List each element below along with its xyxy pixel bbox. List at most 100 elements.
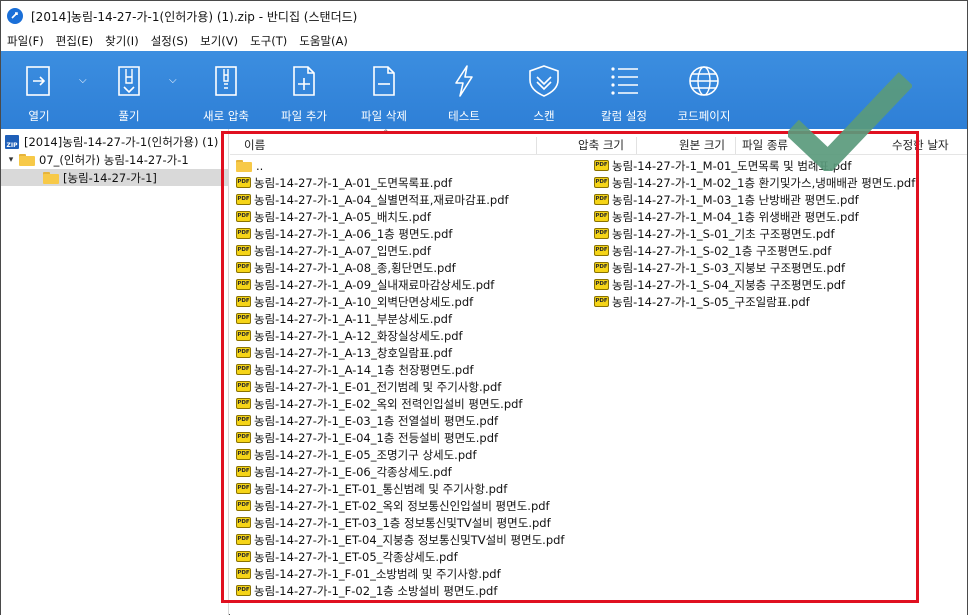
file-item[interactable]: 농림-14-27-가-1_A-08_종,횡단면도.pdf (236, 259, 456, 276)
open-dropdown-icon[interactable]: ⌵ (79, 75, 87, 86)
file-item[interactable]: 농림-14-27-가-1_A-05_배치도.pdf (236, 208, 431, 225)
title-bar: [2014]농림-14-27-가-1(인허가용) (1).zip - 반디집 (… (1, 1, 967, 31)
shield-icon (529, 65, 559, 97)
file-item[interactable]: 농림-14-27-가-1_S-02_1층 구조평면도.pdf (594, 242, 831, 259)
file-item[interactable]: 농림-14-27-가-1_E-06_각종상세도.pdf (236, 463, 452, 480)
file-item[interactable]: 농림-14-27-가-1_S-01_기초 구조평면도.pdf (594, 225, 835, 242)
open-button[interactable]: 열기 (11, 51, 67, 129)
file-name: 농림-14-27-가-1_A-06_1층 평면도.pdf (254, 226, 453, 241)
file-item[interactable]: 농림-14-27-가-1_E-01_전기범례 및 주기사항.pdf (236, 378, 501, 395)
file-item[interactable]: 농림-14-27-가-1_S-03_지붕보 구조평면도.pdf (594, 259, 845, 276)
delete-file-button[interactable]: 파일 삭제 (353, 51, 415, 129)
open-icon (26, 66, 50, 96)
file-item[interactable]: 농림-14-27-가-1_ET-04_지붕층 정보통신및TV설비 평면도.pdf (236, 531, 565, 548)
file-item[interactable]: 농림-14-27-가-1_A-10_외벽단면상세도.pdf (236, 293, 473, 310)
file-name: 농림-14-27-가-1_S-01_기초 구조평면도.pdf (612, 226, 835, 241)
menu-help[interactable]: 도움말(A) (293, 33, 354, 49)
codepage-label: 코드페이지 (677, 109, 731, 123)
column-name[interactable]: 이름 (244, 137, 265, 153)
menu-file[interactable]: 파일(F) (1, 33, 50, 49)
pdf-file-icon (594, 245, 609, 256)
pdf-file-icon (236, 228, 251, 239)
scan-button[interactable]: 스캔 (513, 51, 575, 129)
file-item[interactable]: 농림-14-27-가-1_F-02_1층 소방설비 평면도.pdf (236, 582, 497, 599)
file-name: 농림-14-27-가-1_A-07_입면도.pdf (254, 243, 431, 258)
file-name: 농림-14-27-가-1_ET-03_1층 정보통신및TV설비 평면도.pdf (254, 515, 551, 530)
tree-folder[interactable]: ▾ 07_(인허가) 농림-14-27-가-1 (5, 151, 189, 168)
file-name: 농림-14-27-가-1_ET-01_통신범례 및 주기사항.pdf (254, 481, 508, 496)
file-item[interactable]: 농림-14-27-가-1_M-03_1층 난방배관 평면도.pdf (594, 191, 859, 208)
file-name: 농림-14-27-가-1_M-03_1층 난방배관 평면도.pdf (612, 192, 859, 207)
codepage-button[interactable]: 코드페이지 (673, 51, 735, 129)
file-item[interactable]: 농림-14-27-가-1_E-02_옥외 전력인입설비 평면도.pdf (236, 395, 522, 412)
pdf-file-icon (236, 500, 251, 511)
file-item[interactable]: 농림-14-27-가-1_A-12_화장실상세도.pdf (236, 327, 463, 344)
menu-settings[interactable]: 설정(S) (145, 33, 194, 49)
column-separator[interactable] (536, 137, 537, 154)
column-modified-date[interactable]: 수정한 날자 (892, 137, 949, 153)
column-separator[interactable] (636, 137, 637, 154)
file-item[interactable]: 농림-14-27-가-1_A-14_1층 천장평면도.pdf (236, 361, 474, 378)
file-item[interactable]: 농림-14-27-가-1_E-04_1층 전등설비 평면도.pdf (236, 429, 498, 446)
file-item[interactable]: 농림-14-27-가-1_A-07_입면도.pdf (236, 242, 431, 259)
extract-button[interactable]: 풀기 (101, 51, 157, 129)
file-list: ^ 이름 압축 크기 원본 크기 파일 종류 수정한 날자 .. 농림-14-2… (230, 129, 967, 615)
file-item[interactable]: 농림-14-27-가-1_M-04_1층 위생배관 평면도.pdf (594, 208, 859, 225)
file-item[interactable]: 농림-14-27-가-1_M-01_도면목록 및 범례표.pdf (594, 157, 851, 174)
file-item[interactable]: 농림-14-27-가-1_A-13_창호일람표.pdf (236, 344, 452, 361)
test-button[interactable]: 테스트 (433, 51, 495, 129)
file-item[interactable]: 농림-14-27-가-1_S-04_지붕층 구조평면도.pdf (594, 276, 845, 293)
file-item[interactable]: 농림-14-27-가-1_E-05_조명기구 상세도.pdf (236, 446, 477, 463)
column-file-type[interactable]: 파일 종류 (742, 137, 788, 153)
extract-dropdown-icon[interactable]: ⌵ (169, 75, 177, 86)
folder-icon (19, 153, 35, 166)
file-item[interactable]: 농림-14-27-가-1_ET-03_1층 정보통신및TV설비 평면도.pdf (236, 514, 551, 531)
tree-selected-label: [농림-14-27-가-1] (63, 170, 157, 185)
pdf-file-icon (594, 160, 609, 171)
menu-find[interactable]: 찾기(I) (99, 33, 145, 49)
pdf-file-icon (236, 415, 251, 426)
file-item[interactable]: 농림-14-27-가-1_A-04_실별면적표,재료마감표.pdf (236, 191, 509, 208)
file-item[interactable]: 농림-14-27-가-1_ET-05_각종상세도.pdf (236, 548, 458, 565)
file-item[interactable]: 농림-14-27-가-1_E-03_1층 전열설비 평면도.pdf (236, 412, 498, 429)
globe-icon (689, 66, 719, 96)
file-item[interactable]: 농림-14-27-가-1_A-01_도면목록표.pdf (236, 174, 452, 191)
sort-ascending-icon: ^ (382, 129, 390, 139)
pdf-file-icon (236, 245, 251, 256)
new-archive-button[interactable]: 새로 압축 (195, 51, 257, 129)
pdf-file-icon (594, 211, 609, 222)
file-item[interactable]: 농림-14-27-가-1_A-11_부분상세도.pdf (236, 310, 452, 327)
file-name: 농림-14-27-가-1_A-10_외벽단면상세도.pdf (254, 294, 474, 309)
file-item[interactable]: 농림-14-27-가-1_A-06_1층 평면도.pdf (236, 225, 452, 242)
column-settings-button[interactable]: 칼럼 설정 (593, 51, 655, 129)
file-name: 농림-14-27-가-1_M-04_1층 위생배관 평면도.pdf (612, 209, 859, 224)
parent-folder-item[interactable]: .. (236, 157, 263, 174)
file-name: 농림-14-27-가-1_ET-04_지붕층 정보통신및TV설비 평면도.pdf (254, 532, 565, 547)
file-item[interactable]: 농림-14-27-가-1_S-05_구조일람표.pdf (594, 293, 810, 310)
pdf-file-icon (236, 517, 251, 528)
tree-root-archive[interactable]: ZIP [2014]농림-14-27-가-1(인허가용) (1) (5, 133, 218, 150)
menu-tools[interactable]: 도구(T) (244, 33, 293, 49)
file-item[interactable]: 농림-14-27-가-1_F-01_소방범례 및 주기사항.pdf (236, 565, 501, 582)
column-separator[interactable] (735, 137, 736, 154)
column-compressed-size[interactable]: 압축 크기 (578, 137, 624, 153)
file-item[interactable]: 농림-14-27-가-1_M-02_1층 환기및가스,냉매배관 평면도.pdf (594, 174, 915, 191)
file-item[interactable]: 농림-14-27-가-1_ET-01_통신범례 및 주기사항.pdf (236, 480, 507, 497)
window-title: [2014]농림-14-27-가-1(인허가용) (1).zip - 반디집 (… (31, 9, 358, 24)
menu-bar: 파일(F) 편집(E) 찾기(I) 설정(S) 보기(V) 도구(T) 도움말(… (1, 31, 967, 51)
file-item[interactable]: 농림-14-27-가-1_A-09_실내재료마감상세도.pdf (236, 276, 494, 293)
add-file-label: 파일 추가 (281, 109, 327, 123)
file-name: 농림-14-27-가-1_E-01_전기범례 및 주기사항.pdf (254, 379, 502, 394)
add-file-button[interactable]: 파일 추가 (273, 51, 335, 129)
chevron-down-icon[interactable]: ▾ (5, 155, 17, 165)
tree-selected-folder[interactable]: [농림-14-27-가-1] (1, 169, 229, 186)
column-original-size[interactable]: 원본 크기 (679, 137, 725, 153)
file-item[interactable]: 농림-14-27-가-1_ET-02_옥외 정보통신인입설비 평면도.pdf (236, 497, 550, 514)
menu-view[interactable]: 보기(V) (194, 33, 244, 49)
file-name: 농림-14-27-가-1_S-04_지붕층 구조평면도.pdf (612, 277, 846, 292)
file-name: 농림-14-27-가-1_A-04_실별면적표,재료마감표.pdf (254, 192, 509, 207)
pdf-file-icon (236, 466, 251, 477)
extract-icon (118, 66, 140, 96)
file-name: 농림-14-27-가-1_A-05_배치도.pdf (254, 209, 431, 224)
menu-edit[interactable]: 편집(E) (50, 33, 99, 49)
